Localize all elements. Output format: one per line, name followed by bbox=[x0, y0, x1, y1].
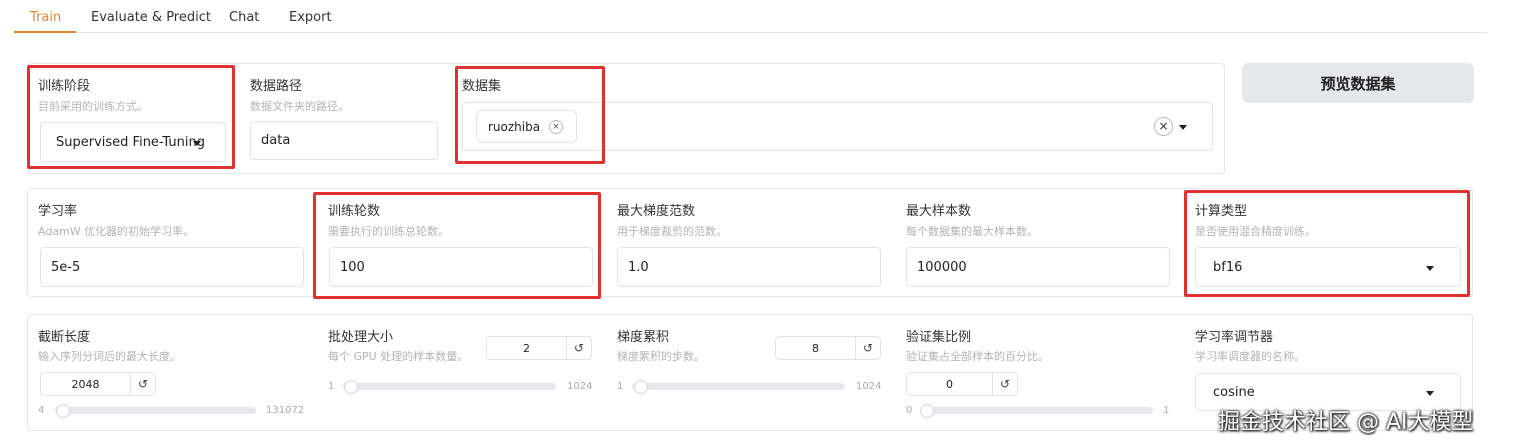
stage-value: Supervised Fine-Tuning bbox=[56, 134, 205, 150]
val-size-number[interactable]: 0 ↺ bbox=[906, 372, 1018, 396]
batch-size-min: 1 bbox=[328, 381, 335, 392]
lr-scheduler-info: 学习率调度器的名称。 bbox=[1195, 350, 1305, 363]
stage-dropdown[interactable]: Supervised Fine-Tuning bbox=[40, 122, 226, 162]
dataset-dir-info: 数据文件夹的路径。 bbox=[250, 100, 349, 113]
stage-info: 目前采用的训练方式。 bbox=[38, 100, 148, 113]
batch-size-label: 批处理大小 bbox=[328, 330, 394, 345]
learning-rate-label: 学习率 bbox=[38, 204, 78, 219]
max-samples-input[interactable]: 100000 bbox=[906, 247, 1170, 287]
grad-accum-min: 1 bbox=[617, 381, 624, 392]
reset-icon[interactable]: ↺ bbox=[992, 373, 1017, 395]
preview-dataset-button[interactable]: 预览数据集 bbox=[1242, 63, 1474, 103]
val-size-value[interactable]: 0 bbox=[907, 373, 992, 395]
clear-icon[interactable]: × bbox=[1154, 117, 1173, 136]
cutoff-len-min: 4 bbox=[38, 405, 45, 416]
val-size-min: 0 bbox=[906, 405, 913, 416]
dataset-dir-input[interactable]: data bbox=[250, 121, 438, 160]
chevron-down-icon bbox=[193, 141, 201, 146]
cutoff-len-info: 输入序列分词后的最大长度。 bbox=[38, 350, 181, 363]
batch-size-info: 每个 GPU 处理的样本数量。 bbox=[328, 350, 469, 363]
val-size-slider-handle[interactable] bbox=[920, 404, 934, 418]
val-size-info: 验证集占全部样本的百分比。 bbox=[906, 350, 1049, 363]
cutoff-len-slider[interactable] bbox=[55, 407, 256, 414]
grad-accum-max: 1024 bbox=[856, 381, 882, 392]
tabs-divider bbox=[14, 32, 1487, 33]
dataset-label: 数据集 bbox=[462, 79, 502, 94]
tab-chat[interactable]: Chat bbox=[229, 10, 259, 25]
chevron-down-icon bbox=[1426, 391, 1434, 396]
max-samples-info: 每个数据集的最大样本数。 bbox=[906, 225, 1038, 238]
val-size-label: 验证集比例 bbox=[906, 330, 972, 345]
reset-icon[interactable]: ↺ bbox=[130, 373, 155, 395]
lr-scheduler-value: cosine bbox=[1213, 384, 1255, 400]
dataset-chip[interactable]: ruozhiba × bbox=[476, 110, 577, 143]
dataset-dir-label: 数据路径 bbox=[250, 79, 303, 94]
cutoff-len-slider-handle[interactable] bbox=[56, 404, 70, 418]
active-tab-indicator bbox=[14, 31, 76, 33]
close-icon[interactable]: × bbox=[549, 120, 563, 134]
epochs-input[interactable]: 100 bbox=[329, 247, 593, 287]
grad-accum-slider-handle[interactable] bbox=[634, 380, 648, 394]
reset-icon[interactable]: ↺ bbox=[855, 337, 880, 359]
batch-size-slider-handle[interactable] bbox=[344, 380, 358, 394]
cutoff-len-value[interactable]: 2048 bbox=[41, 373, 130, 395]
chevron-down-icon bbox=[1426, 266, 1434, 271]
max-grad-norm-input[interactable]: 1.0 bbox=[617, 247, 881, 287]
cutoff-len-number[interactable]: 2048 ↺ bbox=[40, 372, 156, 396]
grad-accum-info: 梯度累积的步数。 bbox=[617, 350, 705, 363]
watermark: 掘金技术社区 @ AI大模型 bbox=[1218, 410, 1474, 435]
grad-accum-value[interactable]: 8 bbox=[776, 337, 855, 359]
max-grad-norm-label: 最大梯度范数 bbox=[617, 204, 696, 219]
max-grad-norm-info: 用于梯度裁剪的范数。 bbox=[617, 225, 727, 238]
grad-accum-number[interactable]: 8 ↺ bbox=[775, 336, 881, 360]
batch-size-number[interactable]: 2 ↺ bbox=[486, 336, 592, 360]
tab-export[interactable]: Export bbox=[289, 10, 332, 25]
epochs-label: 训练轮数 bbox=[328, 204, 381, 219]
stage-label: 训练阶段 bbox=[38, 79, 91, 94]
dataset-chip-label: ruozhiba bbox=[488, 119, 541, 134]
compute-type-info: 是否使用混合精度训练。 bbox=[1195, 225, 1316, 238]
reset-icon[interactable]: ↺ bbox=[566, 337, 591, 359]
learning-rate-input[interactable]: 5e-5 bbox=[40, 247, 304, 287]
batch-size-slider[interactable] bbox=[343, 383, 556, 390]
cutoff-len-max: 131072 bbox=[266, 405, 305, 416]
batch-size-value[interactable]: 2 bbox=[487, 337, 566, 359]
val-size-max: 1 bbox=[1163, 405, 1170, 416]
grad-accum-label: 梯度累积 bbox=[617, 330, 670, 345]
tab-evaluate-predict[interactable]: Evaluate & Predict bbox=[91, 10, 211, 25]
epochs-info: 需要执行的训练总轮数。 bbox=[328, 225, 449, 238]
val-size-slider[interactable] bbox=[922, 407, 1153, 414]
compute-type-label: 计算类型 bbox=[1195, 204, 1248, 219]
tab-train[interactable]: Train bbox=[30, 10, 61, 25]
compute-type-dropdown[interactable]: bf16 bbox=[1195, 247, 1461, 287]
grad-accum-slider[interactable] bbox=[632, 383, 845, 390]
learning-rate-info: AdamW 优化器的初始学习率。 bbox=[38, 225, 195, 238]
max-samples-label: 最大样本数 bbox=[906, 204, 972, 219]
cutoff-len-label: 截断长度 bbox=[38, 330, 91, 345]
chevron-down-icon[interactable] bbox=[1179, 125, 1187, 130]
compute-type-value: bf16 bbox=[1213, 259, 1243, 275]
lr-scheduler-label: 学习率调节器 bbox=[1195, 330, 1274, 345]
batch-size-max: 1024 bbox=[567, 381, 593, 392]
